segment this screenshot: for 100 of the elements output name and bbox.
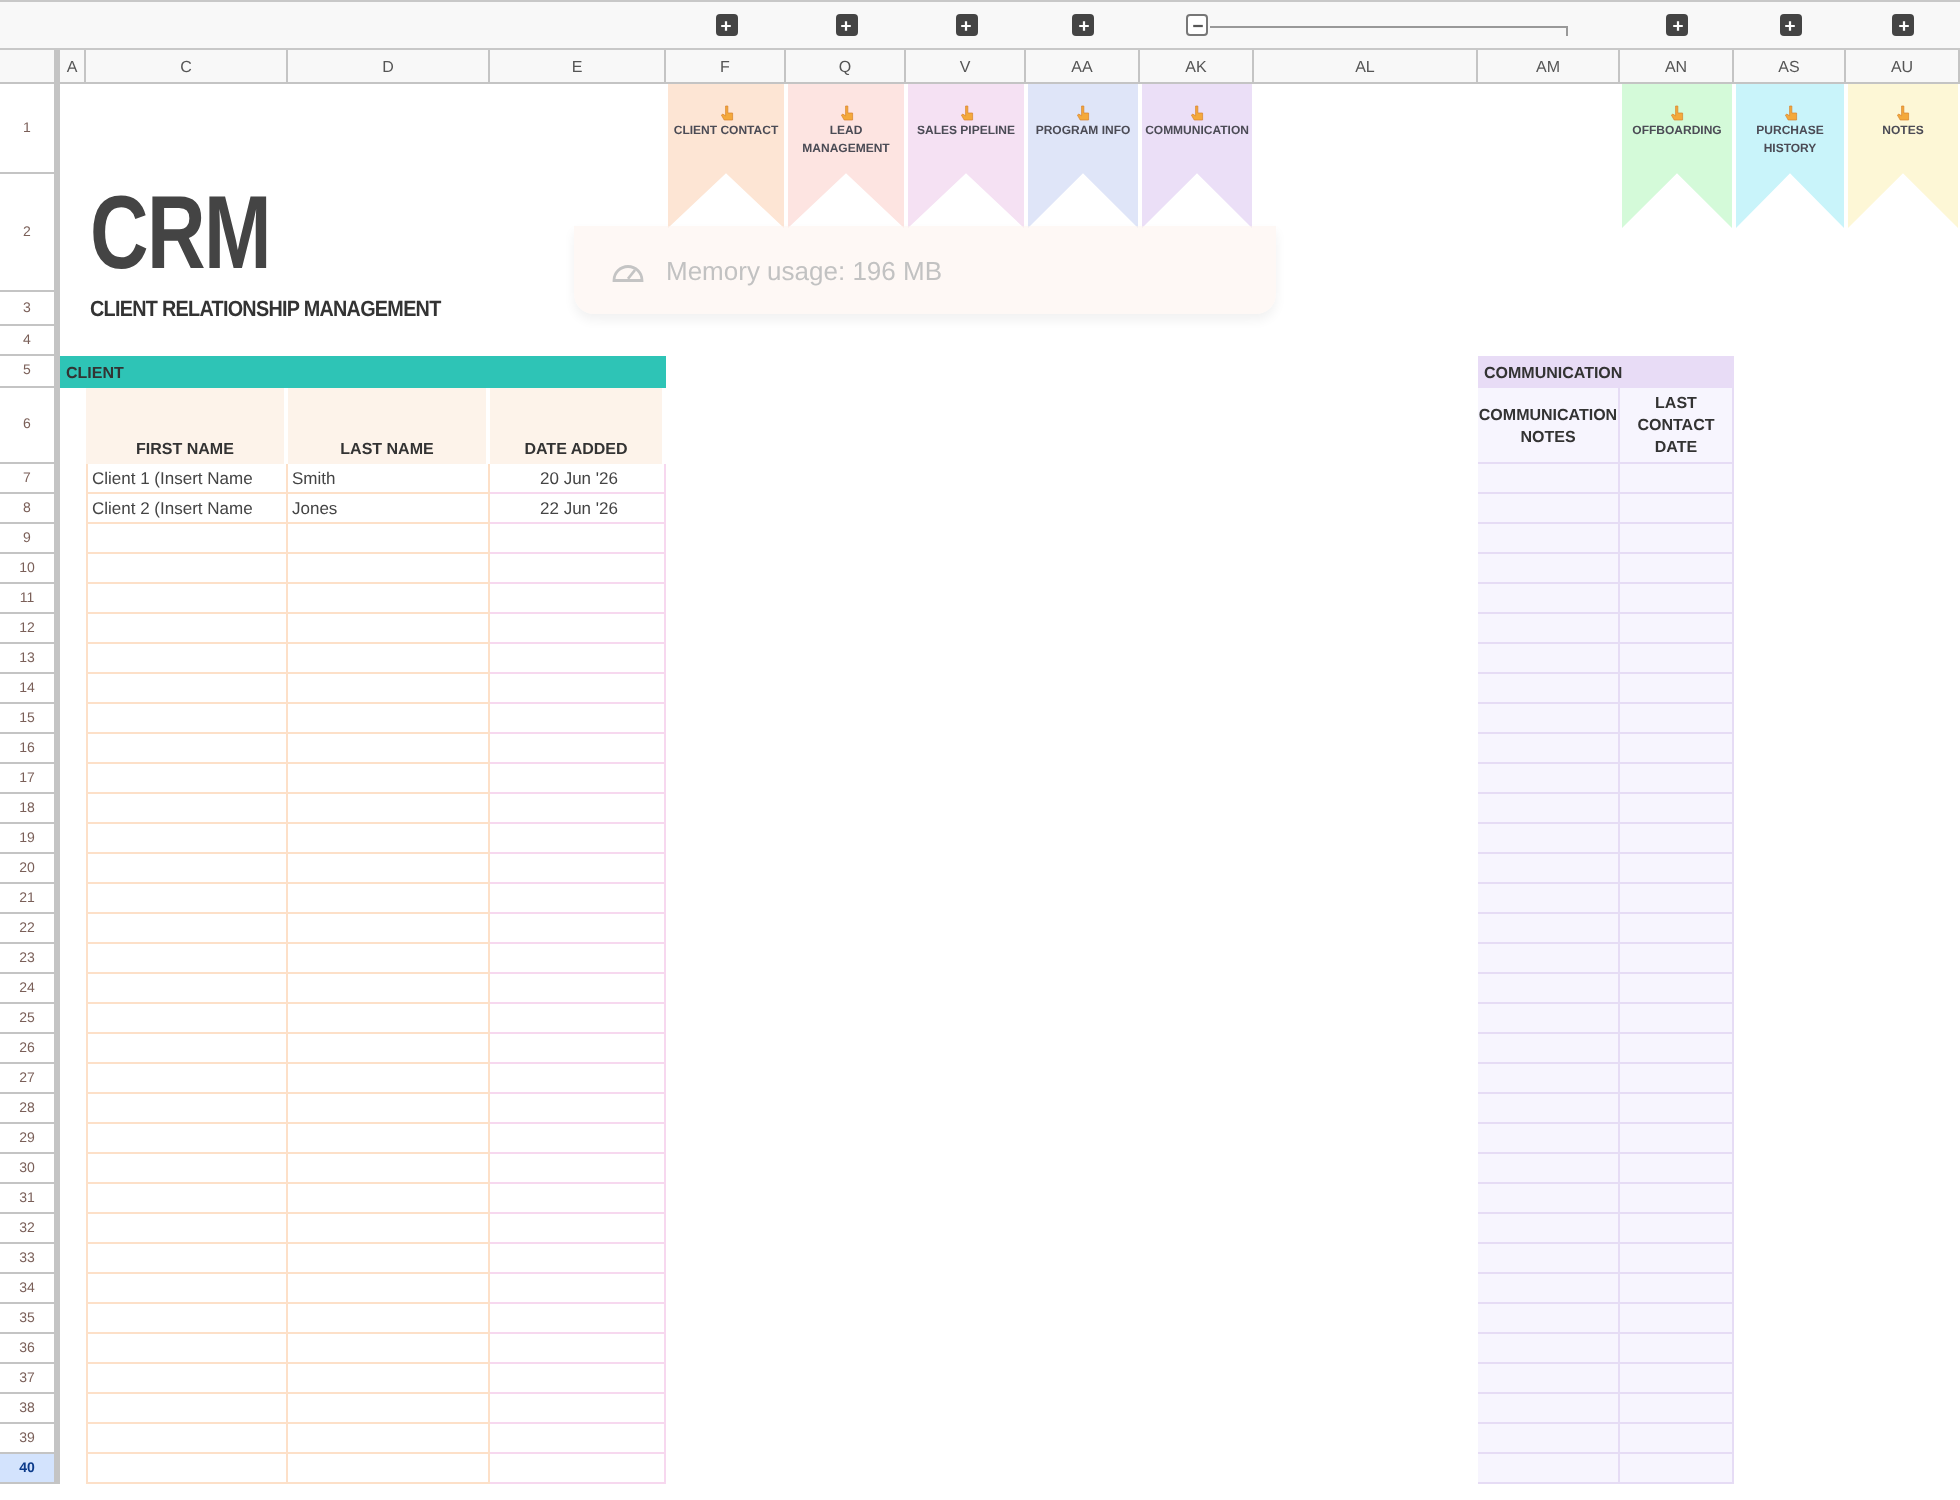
collapse-group-button[interactable]: [1186, 14, 1208, 36]
empty-cell[interactable]: [86, 1394, 288, 1424]
empty-cell[interactable]: [288, 854, 490, 884]
empty-cell[interactable]: [86, 1004, 288, 1034]
empty-cell[interactable]: [288, 524, 490, 554]
column-header[interactable]: AS: [1734, 50, 1846, 84]
empty-cell[interactable]: [86, 584, 288, 614]
column-header[interactable]: AK: [1140, 50, 1254, 84]
select-all-corner[interactable]: [0, 50, 60, 84]
empty-cell[interactable]: [86, 1364, 288, 1394]
empty-cell[interactable]: [490, 884, 666, 914]
expand-group-button[interactable]: [1072, 14, 1094, 36]
empty-cell[interactable]: [288, 1364, 490, 1394]
empty-cell[interactable]: [490, 1274, 666, 1304]
expand-group-button[interactable]: [715, 14, 737, 36]
empty-cell[interactable]: [288, 674, 490, 704]
empty-cell[interactable]: [490, 1064, 666, 1094]
empty-cell[interactable]: [288, 794, 490, 824]
empty-cell[interactable]: [288, 554, 490, 584]
empty-cell[interactable]: [490, 1004, 666, 1034]
expand-group-button[interactable]: [835, 14, 857, 36]
empty-cell[interactable]: [288, 884, 490, 914]
empty-cell[interactable]: [86, 704, 288, 734]
empty-cell[interactable]: [490, 974, 666, 1004]
empty-cell[interactable]: [288, 1244, 490, 1274]
empty-cell[interactable]: [490, 1124, 666, 1154]
empty-cell[interactable]: [490, 584, 666, 614]
empty-cell[interactable]: [86, 974, 288, 1004]
empty-cell[interactable]: [490, 854, 666, 884]
empty-cell[interactable]: [86, 914, 288, 944]
empty-cell[interactable]: [86, 1064, 288, 1094]
empty-cell[interactable]: [288, 1424, 490, 1454]
empty-cell[interactable]: [288, 1124, 490, 1154]
empty-cell[interactable]: [288, 1154, 490, 1184]
empty-cell[interactable]: [288, 1334, 490, 1364]
empty-cell[interactable]: [86, 1094, 288, 1124]
empty-cell[interactable]: [490, 734, 666, 764]
empty-cell[interactable]: [86, 1124, 288, 1154]
empty-cell[interactable]: [288, 1184, 490, 1214]
empty-cell[interactable]: [490, 794, 666, 824]
empty-cell[interactable]: [86, 734, 288, 764]
empty-cell[interactable]: [490, 1184, 666, 1214]
empty-cell[interactable]: [288, 1394, 490, 1424]
empty-cell[interactable]: [86, 944, 288, 974]
empty-cell[interactable]: [490, 1394, 666, 1424]
expand-group-button[interactable]: [1892, 14, 1914, 36]
empty-cell[interactable]: [490, 614, 666, 644]
empty-cell[interactable]: [490, 824, 666, 854]
empty-cell[interactable]: [490, 1244, 666, 1274]
column-header[interactable]: AL: [1254, 50, 1478, 84]
expand-group-button[interactable]: [1666, 14, 1688, 36]
empty-cell[interactable]: [86, 674, 288, 704]
expand-group-button[interactable]: [955, 14, 977, 36]
empty-cell[interactable]: [490, 524, 666, 554]
empty-cell[interactable]: [86, 1274, 288, 1304]
empty-cell[interactable]: [490, 1034, 666, 1064]
empty-cell[interactable]: [490, 1154, 666, 1184]
empty-cell[interactable]: [86, 1334, 288, 1364]
empty-cell[interactable]: [86, 1304, 288, 1334]
column-header[interactable]: V: [906, 50, 1026, 84]
empty-cell[interactable]: [288, 944, 490, 974]
empty-cell[interactable]: [288, 644, 490, 674]
empty-cell[interactable]: [490, 1454, 666, 1484]
empty-cell[interactable]: [86, 1034, 288, 1064]
empty-cell[interactable]: [288, 1064, 490, 1094]
column-header[interactable]: D: [288, 50, 490, 84]
empty-cell[interactable]: [490, 554, 666, 584]
empty-cell[interactable]: [86, 1214, 288, 1244]
empty-cell[interactable]: [86, 794, 288, 824]
empty-cell[interactable]: [86, 1244, 288, 1274]
column-header[interactable]: C: [86, 50, 288, 84]
empty-cell[interactable]: [86, 524, 288, 554]
empty-cell[interactable]: [490, 764, 666, 794]
column-header[interactable]: AN: [1620, 50, 1734, 84]
column-header[interactable]: AA: [1026, 50, 1140, 84]
empty-cell[interactable]: [490, 1424, 666, 1454]
column-header[interactable]: E: [490, 50, 666, 84]
empty-cell[interactable]: [490, 1304, 666, 1334]
empty-cell[interactable]: [490, 644, 666, 674]
empty-cell[interactable]: [490, 674, 666, 704]
column-header[interactable]: Q: [786, 50, 906, 84]
empty-cell[interactable]: [490, 704, 666, 734]
empty-cell[interactable]: [288, 1454, 490, 1484]
empty-cell[interactable]: [86, 644, 288, 674]
column-header[interactable]: AU: [1846, 50, 1960, 84]
empty-cell[interactable]: [288, 614, 490, 644]
empty-cell[interactable]: [288, 704, 490, 734]
empty-cell[interactable]: [288, 974, 490, 1004]
empty-cell[interactable]: [288, 734, 490, 764]
empty-cell[interactable]: [490, 1334, 666, 1364]
column-header[interactable]: A: [60, 50, 86, 84]
empty-cell[interactable]: [490, 1364, 666, 1394]
empty-cell[interactable]: [288, 1274, 490, 1304]
expand-group-button[interactable]: [1779, 14, 1801, 36]
empty-cell[interactable]: [86, 1424, 288, 1454]
empty-cell[interactable]: [288, 914, 490, 944]
empty-cell[interactable]: [288, 1004, 490, 1034]
empty-cell[interactable]: [86, 764, 288, 794]
empty-cell[interactable]: [86, 1154, 288, 1184]
empty-cell[interactable]: [490, 1214, 666, 1244]
